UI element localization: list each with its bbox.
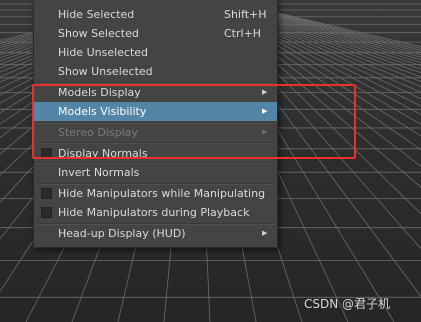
watermark-text: CSDN @君子机	[304, 297, 391, 311]
menu-item-label: Stereo Display	[58, 126, 138, 139]
checkbox-hide-manipulators-during-playback[interactable]	[41, 207, 52, 218]
submenu-arrow-icon: ▶	[262, 128, 268, 136]
menu-item-label: Hide Unselected	[58, 46, 149, 59]
submenu-arrow-icon: ▶	[262, 107, 268, 115]
checkbox-display-normals[interactable]	[41, 148, 52, 159]
shortcut-label: Shift+H	[224, 8, 267, 21]
menu-item-label: Hide Manipulators while Manipulating	[58, 187, 266, 200]
menu-item-label: Head-up Display (HUD)	[58, 227, 186, 240]
menu-item-show-selected[interactable]: Show Selected Ctrl+H	[34, 24, 277, 43]
display-context-menu: Hide Selected Shift+H Show Selected Ctrl…	[33, 0, 278, 248]
menu-item-display-normals[interactable]: Display Normals	[34, 144, 277, 163]
menu-item-head-up-display[interactable]: Head-up Display (HUD) ▶	[34, 224, 277, 243]
menu-item-hide-manipulators-during-playback[interactable]: Hide Manipulators during Playback	[34, 203, 277, 222]
submenu-arrow-icon: ▶	[262, 88, 268, 96]
menu-item-models-visibility[interactable]: Models Visibility ▶	[34, 102, 277, 121]
menu-item-show-unselected[interactable]: Show Unselected	[34, 62, 277, 81]
menu-item-hide-manipulators-while-manipulating[interactable]: Hide Manipulators while Manipulating	[34, 184, 277, 203]
submenu-arrow-icon: ▶	[262, 229, 268, 237]
menu-item-label: Hide Manipulators during Playback	[58, 206, 250, 219]
menu-item-label: Display Normals	[58, 147, 148, 160]
menu-item-label: Models Visibility	[58, 105, 147, 118]
checkbox-hide-manipulators-while-manipulating[interactable]	[41, 188, 52, 199]
menu-item-hide-unselected[interactable]: Hide Unselected	[34, 43, 277, 62]
menu-item-label: Hide Selected	[58, 8, 135, 21]
menu-item-label: Show Selected	[58, 27, 139, 40]
menu-item-stereo-display: Stereo Display ▶	[34, 123, 277, 142]
menu-item-label: Show Unselected	[58, 65, 153, 78]
menu-item-invert-normals[interactable]: Invert Normals	[34, 163, 277, 182]
menu-item-models-display[interactable]: Models Display ▶	[34, 83, 277, 102]
shortcut-label: Ctrl+H	[224, 27, 262, 40]
menu-item-hide-selected[interactable]: Hide Selected Shift+H	[34, 5, 277, 24]
menu-item-label: Models Display	[58, 86, 141, 99]
menu-item-label: Invert Normals	[58, 166, 140, 179]
